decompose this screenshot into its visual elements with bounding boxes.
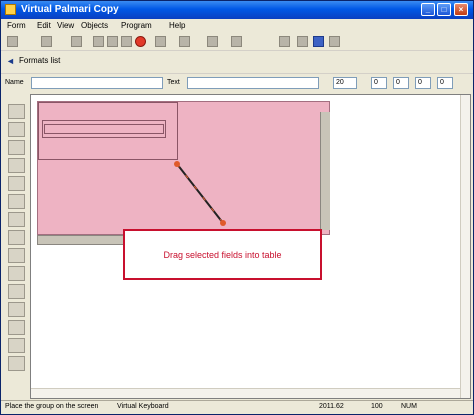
checkbox-tool-icon[interactable]	[8, 176, 25, 191]
bitmap-tool-icon[interactable]	[8, 302, 25, 317]
label-tool-icon[interactable]	[8, 122, 25, 137]
minimize-button[interactable]: _	[421, 3, 435, 16]
layer-icon[interactable]	[279, 36, 290, 47]
group-icon[interactable]	[231, 36, 242, 47]
x-field[interactable]: 0	[371, 77, 387, 89]
status-hint: Place the group on the screen	[5, 403, 99, 410]
design-vertical-scrollbar[interactable]	[460, 95, 470, 398]
paste-icon[interactable]	[121, 36, 132, 47]
w-field[interactable]: 0	[415, 77, 431, 89]
field-tool-icon[interactable]	[8, 140, 25, 155]
record-icon[interactable]	[135, 36, 146, 47]
app-icon	[5, 4, 16, 15]
hint-callout-text: Drag selected fields into table	[163, 250, 282, 260]
popup-tool-icon[interactable]	[8, 230, 25, 245]
selector-tool-icon[interactable]	[8, 338, 25, 353]
hint-callout: Drag selected fields into table	[123, 229, 322, 280]
field-group-inner[interactable]	[44, 124, 164, 134]
nav-row: ◄ Formats list	[1, 51, 473, 71]
status-mode: Virtual Keyboard	[117, 403, 169, 410]
maximize-button[interactable]: □	[437, 3, 451, 16]
gadget-tool-icon[interactable]	[8, 284, 25, 299]
menu-edit[interactable]: Edit	[37, 21, 51, 30]
list-tool-icon[interactable]	[8, 194, 25, 209]
y-field[interactable]: 0	[393, 77, 409, 89]
scrollbar-tool-icon[interactable]	[8, 266, 25, 281]
h-field[interactable]: 0	[437, 77, 453, 89]
name-label: Name	[5, 79, 24, 86]
text-field[interactable]	[187, 77, 319, 89]
undo-icon[interactable]	[155, 36, 166, 47]
app-window: Virtual Palmari Copy _ □ × Form Edit Vie…	[0, 0, 474, 415]
back-arrow-icon[interactable]: ◄	[6, 56, 15, 66]
close-button[interactable]: ×	[454, 3, 468, 16]
menu-view[interactable]: View	[57, 21, 74, 30]
tool-palette	[5, 96, 29, 386]
menu-bar: Form Edit View Objects Program Help	[1, 19, 473, 33]
status-zoom: 100	[371, 403, 383, 410]
status-bar: Place the group on the screen Virtual Ke…	[1, 400, 473, 414]
formats-list-link[interactable]: Formats list	[19, 56, 60, 65]
name-field[interactable]	[31, 77, 163, 89]
menu-objects[interactable]: Objects	[81, 21, 108, 30]
window-title: Virtual Palmari Copy	[21, 4, 119, 15]
settings-icon[interactable]	[329, 36, 340, 47]
text-label: Text	[167, 79, 180, 86]
form-canvas[interactable]	[37, 101, 330, 235]
title-bar: Virtual Palmari Copy _ □ ×	[1, 1, 473, 19]
slider-tool-icon[interactable]	[8, 320, 25, 335]
button-tool-icon[interactable]	[8, 158, 25, 173]
align-icon[interactable]	[179, 36, 190, 47]
open-icon[interactable]	[41, 36, 52, 47]
repeat-tool-icon[interactable]	[8, 356, 25, 371]
cut-icon[interactable]	[93, 36, 104, 47]
size-field[interactable]: 20	[333, 77, 357, 89]
monitor-icon[interactable]	[313, 36, 324, 47]
menu-form[interactable]: Form	[7, 21, 26, 30]
menu-program[interactable]: Program	[121, 21, 152, 30]
menu-help[interactable]: Help	[169, 21, 185, 30]
copy-icon[interactable]	[107, 36, 118, 47]
save-icon[interactable]	[71, 36, 82, 47]
design-horizontal-scrollbar[interactable]	[31, 388, 460, 398]
pointer-icon[interactable]	[8, 104, 25, 119]
new-icon[interactable]	[7, 36, 18, 47]
main-toolbar	[1, 33, 473, 51]
status-coords: 2011.62	[319, 403, 344, 410]
properties-row: Name Text 20 0 0 0 0	[1, 73, 473, 91]
status-extra: NUM	[401, 403, 417, 410]
layout-icon[interactable]	[297, 36, 308, 47]
graffiti-tool-icon[interactable]	[8, 248, 25, 263]
canvas-vertical-scrollbar[interactable]	[320, 112, 330, 230]
grid-icon[interactable]	[207, 36, 218, 47]
table-tool-icon[interactable]	[8, 212, 25, 227]
